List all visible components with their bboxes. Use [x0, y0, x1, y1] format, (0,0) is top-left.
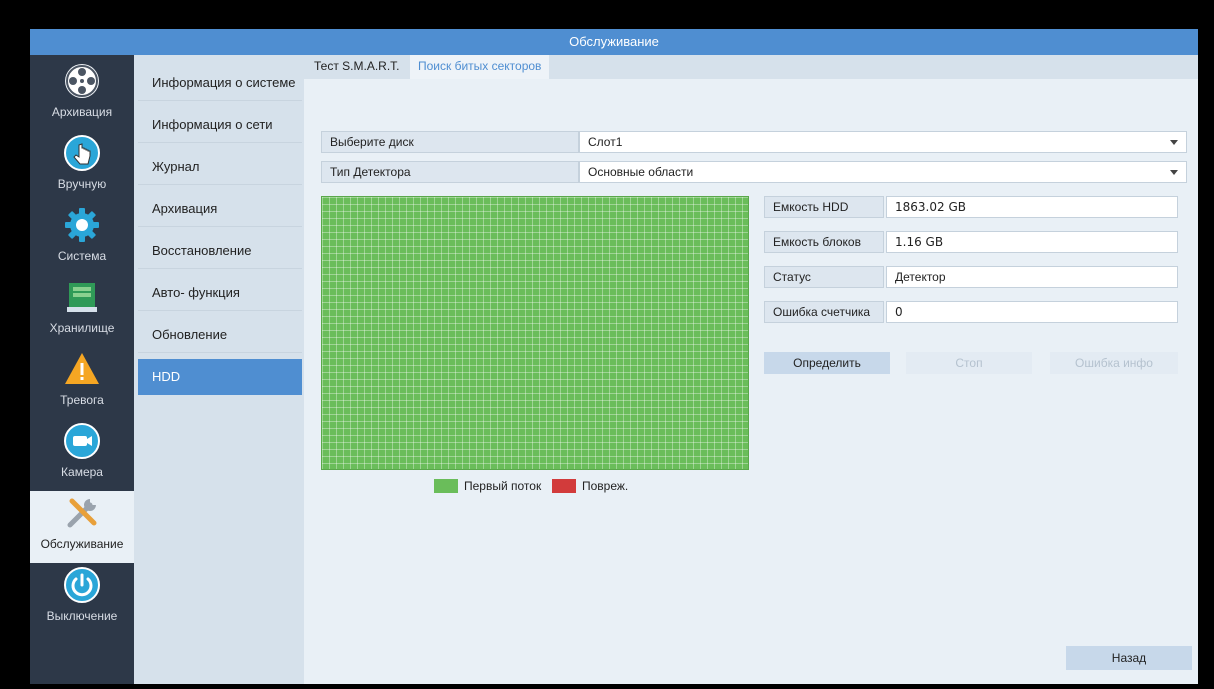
- tab-smart-test[interactable]: Тест S.M.A.R.T.: [306, 55, 408, 79]
- block-capacity-value: 1.16 GB: [886, 231, 1178, 253]
- submenu-item-log[interactable]: Журнал: [138, 149, 302, 185]
- stop-button[interactable]: Стоп: [906, 352, 1032, 374]
- legend-swatch-damaged: [552, 479, 576, 493]
- submenu-item-hdd[interactable]: HDD: [138, 359, 302, 395]
- maintenance-window: Обслуживание Архивация Вручную Система Х…: [30, 29, 1198, 684]
- detect-button[interactable]: Определить: [764, 352, 890, 374]
- nav-label: Обслуживание: [40, 537, 124, 551]
- nav-item-storage[interactable]: Хранилище: [30, 275, 134, 347]
- status-label: Статус: [764, 266, 884, 288]
- nav-label: Хранилище: [49, 321, 115, 335]
- power-icon: [64, 567, 100, 603]
- submenu-item-system-info[interactable]: Информация о системе: [138, 65, 302, 101]
- nav-item-system[interactable]: Система: [30, 203, 134, 275]
- nav-label: Выключение: [46, 609, 118, 623]
- block-capacity-label: Емкость блоков: [764, 231, 884, 253]
- submenu-item-backup[interactable]: Архивация: [138, 191, 302, 227]
- main-content: Тест S.M.A.R.T. Поиск битых секторов Выб…: [304, 55, 1198, 684]
- hdd-capacity-label: Емкость HDD: [764, 196, 884, 218]
- nav-label: Архивация: [51, 105, 113, 119]
- legend-label-damaged: Повреж.: [582, 479, 629, 493]
- status-value: Детектор: [886, 266, 1178, 288]
- nav-label: Система: [57, 249, 107, 263]
- nav-item-shutdown[interactable]: Выключение: [30, 563, 134, 635]
- tab-bar: Тест S.M.A.R.T. Поиск битых секторов: [304, 55, 1198, 79]
- chevron-down-icon: [1170, 140, 1178, 145]
- nav-item-manual[interactable]: Вручную: [30, 131, 134, 203]
- submenu-item-auto-function[interactable]: Авто- функция: [138, 275, 302, 311]
- warning-icon: [65, 353, 99, 384]
- detector-type-label: Тип Детектора: [321, 161, 579, 183]
- nav-item-maintenance[interactable]: Обслуживание: [30, 491, 134, 563]
- legend-swatch-first-stream: [434, 479, 458, 493]
- error-info-button[interactable]: Ошибка инфо: [1050, 352, 1178, 374]
- camera-icon: [64, 423, 100, 459]
- window-title: Обслуживание: [30, 29, 1198, 55]
- tools-icon: [67, 498, 97, 528]
- sector-map: [321, 196, 749, 470]
- main-nav: Архивация Вручную Система Хранилище Трев…: [30, 55, 134, 684]
- detector-type-select[interactable]: Основные области: [579, 161, 1187, 183]
- nav-label: Камера: [61, 465, 103, 479]
- tab-bad-sector-search[interactable]: Поиск битых секторов: [410, 55, 550, 79]
- nav-item-alarm[interactable]: Тревога: [30, 347, 134, 419]
- submenu-item-restore[interactable]: Восстановление: [138, 233, 302, 269]
- disk-label: Выберите диск: [321, 131, 579, 153]
- gear-icon: [65, 208, 99, 242]
- storage-icon: [67, 283, 97, 312]
- back-button[interactable]: Назад: [1066, 646, 1192, 670]
- nav-item-camera[interactable]: Камера: [30, 419, 134, 491]
- legend-label-first-stream: Первый поток: [464, 479, 542, 493]
- film-reel-icon: [65, 64, 99, 98]
- nav-label: Тревога: [60, 393, 104, 407]
- hand-pointer-icon: [64, 135, 100, 171]
- error-count-label: Ошибка счетчика: [764, 301, 884, 323]
- submenu: Информация о системе Информация о сети Ж…: [134, 55, 304, 684]
- submenu-item-network-info[interactable]: Информация о сети: [138, 107, 302, 143]
- detector-type-value: Основные области: [588, 165, 694, 179]
- disk-select-value: Слот1: [588, 135, 623, 149]
- error-count-value: 0: [886, 301, 1178, 323]
- submenu-item-upgrade[interactable]: Обновление: [138, 317, 302, 353]
- nav-item-archive[interactable]: Архивация: [30, 59, 134, 131]
- nav-label: Вручную: [57, 177, 107, 191]
- hdd-capacity-value: 1863.02 GB: [886, 196, 1178, 218]
- disk-select[interactable]: Слот1: [579, 131, 1187, 153]
- chevron-down-icon: [1170, 170, 1178, 175]
